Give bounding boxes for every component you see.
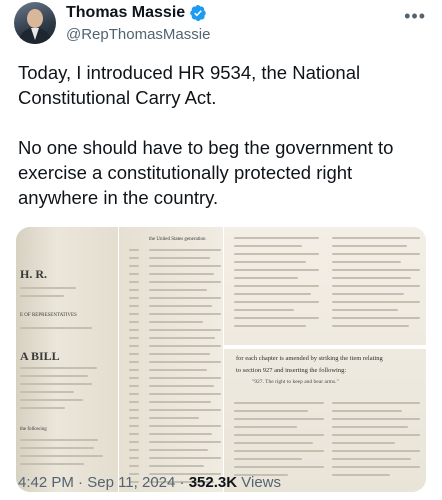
tweet-date[interactable]: Sep 11, 2024 — [87, 474, 175, 491]
bill-cover-text: the following — [20, 427, 47, 432]
tweet-time[interactable]: 4:42 PM — [18, 474, 74, 491]
tweet-media-image[interactable]: H. R. E OF REPRESENTATIVES A BILL the fo… — [16, 227, 426, 492]
bill-page-first-line: the United States generation — [149, 237, 206, 242]
tweet-text: Today, I introduced HR 9534, the Nationa… — [18, 60, 428, 210]
verified-badge-icon — [190, 4, 206, 22]
bill-a-bill-heading: A BILL — [20, 349, 60, 363]
bill-page-text: the United States generation — [119, 227, 223, 492]
views-label: Views — [241, 474, 281, 491]
tweet-paragraph-1: Today, I introduced HR 9534, the Nationa… — [18, 62, 361, 108]
tweet-header: Thomas Massie @RepThomasMassie ••• — [0, 0, 442, 54]
amendment-line-3: "927. The right to keep and bear arms." — [252, 379, 339, 385]
tweet-paragraph-2: No one should have to beg the government… — [18, 137, 394, 208]
author-name-row[interactable]: Thomas Massie — [66, 4, 207, 22]
tweet-meta: 4:42 PM · Sep 11, 2024 · 352.3K Views — [18, 474, 281, 491]
meta-separator: · — [73, 474, 88, 491]
meta-separator-2: · — [175, 474, 189, 491]
more-options-icon[interactable]: ••• — [404, 6, 426, 27]
author-name[interactable]: Thomas Massie — [66, 4, 185, 22]
avatar[interactable] — [14, 2, 56, 44]
amendment-line-2: to section 927 and inserting the followi… — [236, 367, 347, 374]
bill-page-amendment: for each chapter is amended by striking … — [224, 227, 426, 492]
author-handle[interactable]: @RepThomasMassie — [66, 26, 210, 43]
bill-page-cover: H. R. E OF REPRESENTATIVES A BILL the fo… — [16, 227, 118, 492]
bill-hr-heading: H. R. — [20, 267, 47, 281]
amendment-line-1: for each chapter is amended by striking … — [236, 355, 383, 362]
bill-representatives-heading: E OF REPRESENTATIVES — [20, 313, 77, 318]
views-count[interactable]: 352.3K — [189, 474, 237, 491]
